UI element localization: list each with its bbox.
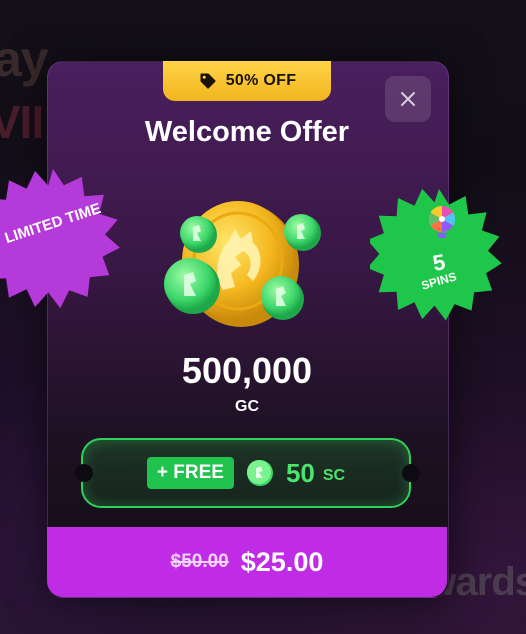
limited-time-badge: LIMITED TIME: [0, 164, 128, 314]
close-icon: [401, 92, 415, 106]
bonus-coupon: + FREE 50 SC: [81, 438, 411, 508]
sweeps-coin-icon: [246, 460, 273, 486]
coupon-notch-right: [402, 464, 420, 482]
discount-ribbon: 50% OFF: [163, 61, 331, 101]
original-price: $50.00: [170, 551, 229, 572]
buy-button[interactable]: $50.00 $25.00: [47, 527, 447, 597]
gc-amount: 500,000: [181, 350, 313, 391]
coupon-notch-left: [75, 464, 93, 482]
sc-unit: SC: [322, 467, 346, 484]
modal-title: Welcome Offer: [144, 116, 350, 148]
discounted-price: $25.00: [240, 546, 324, 577]
discount-label: 50% OFF: [225, 72, 297, 89]
background-text-1: ay: [0, 31, 49, 87]
coins-illustration: [164, 201, 321, 327]
background-text-2: VII: [0, 96, 44, 148]
tag-icon: [200, 73, 216, 89]
spins-badge: 5 SPINS: [367, 185, 508, 323]
free-badge: + FREE: [146, 457, 234, 489]
gc-unit: GC: [235, 398, 259, 415]
sc-amount: 50: [285, 457, 315, 488]
